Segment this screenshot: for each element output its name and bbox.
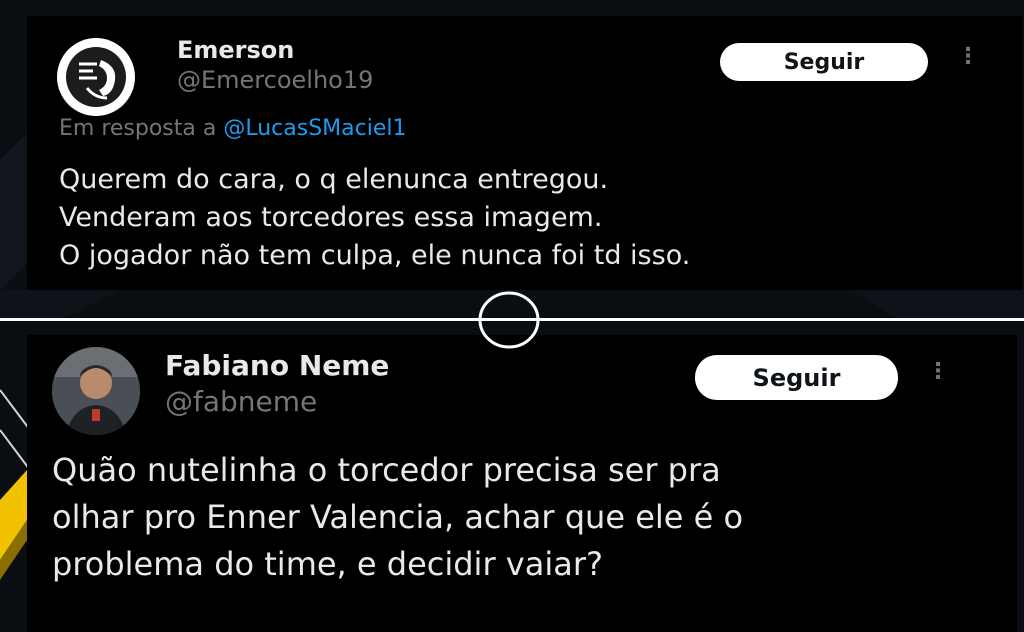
reply-mention-link[interactable]: @LucasSMaciel1 (223, 116, 406, 141)
tweet-card: Emerson @Emercoelho19 Seguir ⋮ Em respos… (27, 16, 1022, 290)
avatar[interactable] (52, 347, 140, 435)
more-options-icon[interactable]: ⋮ (957, 46, 979, 68)
author-handle[interactable]: @Emercoelho19 (177, 66, 373, 94)
author-name[interactable]: Fabiano Neme (165, 349, 389, 382)
tweet-text: Quão nutelinha o torcedor precisa ser pr… (52, 451, 744, 583)
author-name[interactable]: Emerson (177, 36, 294, 64)
follow-button[interactable]: Seguir (720, 43, 928, 81)
profile-photo (52, 347, 140, 435)
field-center-circle (478, 291, 540, 349)
profile-logo-icon (59, 40, 133, 114)
tweet-card: Fabiano Neme @fabneme Seguir ⋮ Quão nute… (27, 335, 1017, 632)
reply-prefix: Em resposta a (59, 116, 217, 141)
reply-context: Em resposta a @LucasSMaciel1 (59, 116, 407, 141)
author-handle[interactable]: @fabneme (165, 385, 317, 418)
more-options-icon[interactable]: ⋮ (927, 361, 949, 383)
avatar[interactable] (57, 38, 135, 116)
tweet-text: Querem do cara, o q elenunca entregou. V… (59, 164, 691, 271)
follow-button[interactable]: Seguir (695, 355, 898, 400)
